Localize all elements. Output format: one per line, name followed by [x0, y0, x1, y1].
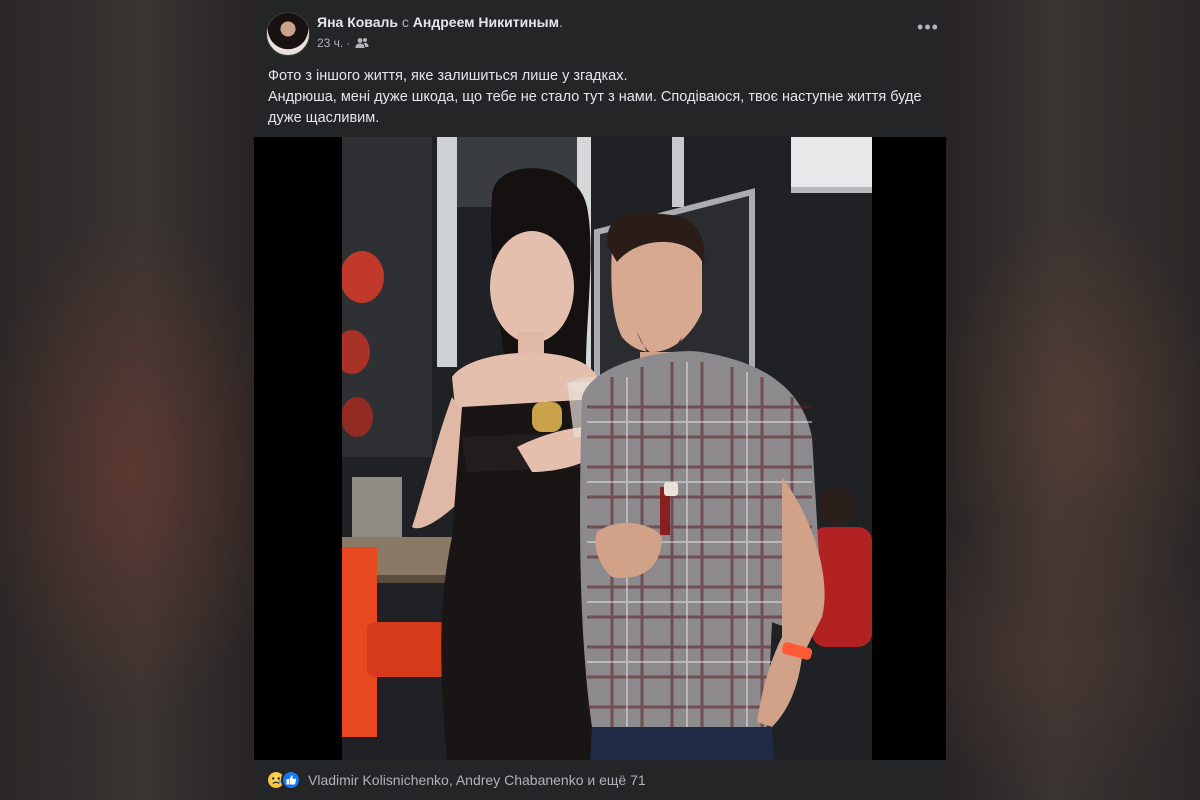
friends-icon[interactable]	[355, 37, 369, 49]
post-meta: 23 ч. ·	[317, 36, 369, 50]
photo-illustration	[342, 137, 872, 760]
post-text-line-2: Андрюша, мені дуже шкода, що тебе не ста…	[268, 89, 922, 126]
tagged-person-name[interactable]: Андреем Никитиным	[413, 14, 559, 30]
photo-frame	[254, 137, 946, 760]
author-avatar[interactable]	[266, 12, 310, 56]
like-reaction-icon	[281, 770, 301, 790]
post-text: Фото з іншого життя, яке залишиться лише…	[268, 66, 936, 129]
reactions-summary[interactable]: Vladimir Kolisnichenko, Andrey Chabanenk…	[308, 772, 646, 788]
author-line: Яна Коваль с Андреем Никитиным.	[317, 14, 563, 30]
more-horizontal-icon: •••	[917, 17, 939, 37]
post-text-line-1: Фото з іншого життя, яке залишиться лише…	[268, 68, 628, 84]
post-photo[interactable]	[342, 137, 872, 760]
tagged-suffix: .	[558, 14, 563, 30]
reaction-icons[interactable]	[266, 770, 302, 790]
post-timestamp[interactable]: 23 ч.	[317, 36, 343, 50]
facebook-post: Яна Коваль с Андреем Никитиным. 23 ч. · …	[254, 0, 946, 800]
with-word: с	[401, 14, 409, 30]
author-name[interactable]: Яна Коваль	[317, 14, 398, 30]
meta-separator: ·	[346, 36, 351, 50]
post-header: Яна Коваль с Андреем Никитиным. 23 ч. · …	[254, 0, 946, 60]
reactions-bar: Vladimir Kolisnichenko, Andrey Chabanenk…	[254, 760, 946, 800]
more-options-button[interactable]: •••	[916, 18, 940, 42]
